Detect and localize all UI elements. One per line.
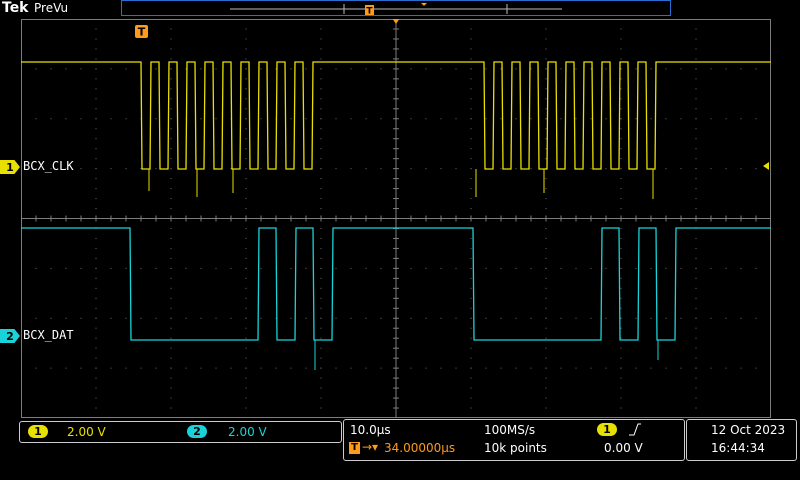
trigger-position[interactable]: 34.00000µs: [384, 441, 455, 455]
graticule: T: [20, 18, 771, 418]
datetime-box: 12 Oct 2023 16:44:34: [686, 419, 797, 461]
timebase[interactable]: 10.0µs: [350, 423, 391, 437]
record-trigger-marker: [421, 3, 427, 6]
ch1-ground-marker[interactable]: 1: [0, 160, 20, 174]
waveform-display[interactable]: T: [20, 18, 771, 418]
svg-text:T: T: [138, 26, 146, 39]
trigger-position-marker: [392, 18, 400, 24]
record-view-graphic: T: [230, 3, 562, 17]
trigger-position-icon: T: [349, 442, 360, 454]
brand-logo: Tek: [2, 0, 29, 16]
trigger-level[interactable]: 0.00 V: [604, 441, 643, 455]
rising-edge-icon: [629, 423, 641, 436]
ch1-badge: 1: [28, 425, 48, 438]
ch2-scale[interactable]: 2.00 V: [228, 425, 267, 439]
ch2-ground-marker[interactable]: 2: [0, 329, 20, 343]
record-view[interactable]: T: [121, 0, 671, 17]
ch1-label: BCX_CLK: [23, 159, 74, 173]
trigger-arrow: →▾: [362, 440, 379, 454]
status-bar: 1 2.00 V 2 2.00 V 10.0µs 100MS/s 1 T →▾ …: [0, 419, 800, 480]
vertical-scale-box[interactable]: 1 2.00 V 2 2.00 V: [19, 421, 342, 443]
acquisition-state: PreVu: [34, 1, 69, 15]
top-bar: Tek PreVu T: [0, 0, 800, 18]
record-length: 10k points: [484, 441, 547, 455]
sample-rate: 100MS/s: [484, 423, 536, 437]
ch2-label: BCX_DAT: [23, 328, 74, 342]
trigger-icon: T: [135, 25, 148, 39]
trigger-source-badge: 1: [597, 423, 617, 436]
svg-text:T: T: [366, 7, 373, 17]
date: 12 Oct 2023: [711, 423, 786, 437]
trigger-level-marker: [763, 162, 769, 170]
time: 16:44:34: [711, 441, 765, 455]
horizontal-trigger-box[interactable]: 10.0µs 100MS/s 1 T →▾ 34.00000µs 10k poi…: [343, 419, 685, 461]
ch1-scale[interactable]: 2.00 V: [67, 425, 106, 439]
ch2-badge: 2: [187, 425, 207, 438]
